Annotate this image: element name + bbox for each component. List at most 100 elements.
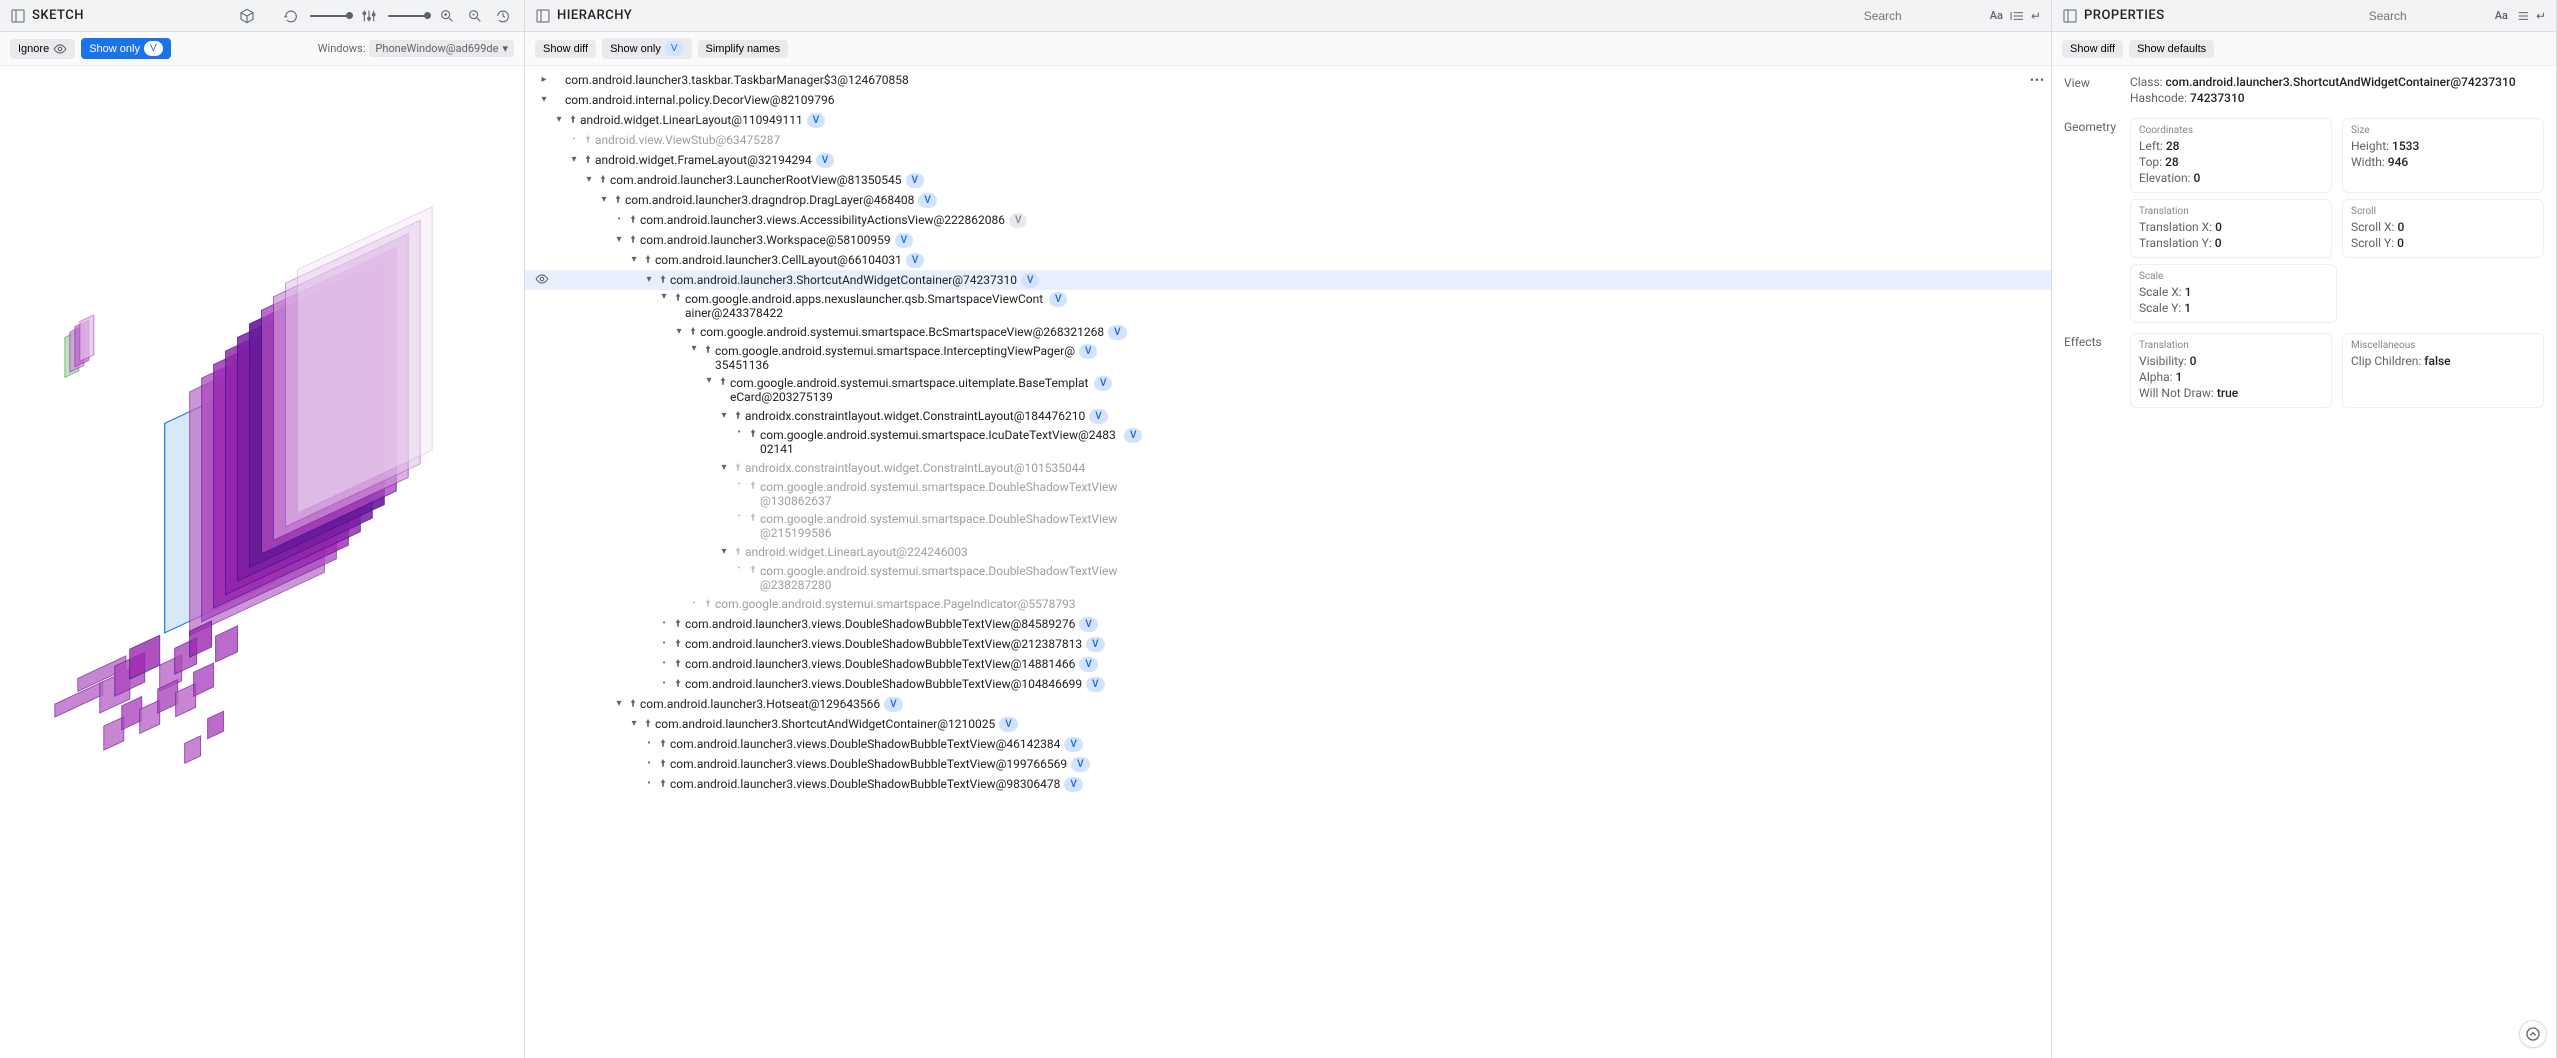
tree-row[interactable]: ▾ com.android.internal.policy.DecorView@… — [525, 90, 2051, 110]
tree-row[interactable]: ▾com.android.launcher3.Hotseat@129643566… — [525, 694, 2051, 714]
history-icon[interactable] — [492, 5, 514, 27]
tree-row[interactable]: ▾android.widget.LinearLayout@224246003 — [525, 542, 2051, 562]
hierarchy-tree[interactable]: ▸ com.android.launcher3.taskbar.TaskbarM… — [525, 66, 2051, 1058]
tree-row[interactable]: ▾com.google.android.systemui.smartspace.… — [525, 322, 2051, 342]
geometry-label: Geometry — [2064, 118, 2120, 323]
properties-search-input[interactable] — [2369, 9, 2489, 23]
tree-row[interactable]: •com.google.android.systemui.smartspace.… — [525, 562, 2051, 594]
toggle-icon[interactable]: ▾ — [567, 155, 581, 165]
toggle-icon[interactable]: ▾ — [672, 327, 686, 337]
pin-icon — [731, 546, 745, 559]
tree-row[interactable]: ▾android.widget.LinearLayout@110949111V — [525, 110, 2051, 130]
toggle-icon[interactable]: ▾ — [717, 547, 731, 557]
wrap-icon[interactable]: ↵ — [2031, 9, 2041, 23]
toggle-icon[interactable]: ▸ — [537, 75, 551, 85]
rotate-icon[interactable] — [280, 5, 302, 27]
tree-row[interactable]: •com.android.launcher3.views.DoubleShado… — [525, 754, 2051, 774]
toggle-icon[interactable]: ▾ — [627, 719, 641, 729]
toggle-icon[interactable]: ▾ — [612, 699, 626, 709]
bullet-icon: • — [612, 215, 626, 225]
spacing-slider[interactable] — [310, 15, 350, 17]
window-select[interactable]: Windows: PhoneWindow@ad699de ▾ — [318, 40, 514, 57]
toggle-icon[interactable]: ▾ — [702, 376, 716, 386]
tree-row[interactable]: ▾com.google.android.systemui.smartspace.… — [525, 374, 2051, 406]
show-only-button[interactable]: Show only V — [81, 38, 170, 59]
tree-row[interactable]: •com.android.launcher3.views.Accessibili… — [525, 210, 2051, 230]
hierarchy-toolbar: Show diff Show only V Simplify names — [525, 32, 2051, 66]
toggle-icon[interactable]: ▾ — [642, 275, 656, 285]
tree-row[interactable]: •com.android.launcher3.views.DoubleShado… — [525, 614, 2051, 634]
tree-row[interactable]: ▾com.android.launcher3.ShortcutAndWidget… — [525, 714, 2051, 734]
pin-icon — [671, 638, 685, 651]
toggle-icon[interactable]: ▾ — [582, 175, 596, 185]
tree-row[interactable]: •com.android.launcher3.views.DoubleShado… — [525, 654, 2051, 674]
toggle-icon[interactable]: ▾ — [597, 195, 611, 205]
wrap-icon[interactable]: ↵ — [2536, 9, 2546, 23]
tree-row[interactable]: •android.view.ViewStub@63475287 — [525, 130, 2051, 150]
bullet-icon: • — [567, 135, 581, 145]
tree-row[interactable]: •com.google.android.systemui.smartspace.… — [525, 426, 2051, 458]
tree-row[interactable]: •com.android.launcher3.views.DoubleShado… — [525, 774, 2051, 794]
overflow-icon[interactable]: ••• — [2030, 73, 2045, 87]
show-defaults-button[interactable]: Show defaults — [2129, 40, 2214, 58]
v-badge: V — [999, 717, 1017, 732]
tree-row[interactable]: ▾android.widget.FrameLayout@32194294V — [525, 150, 2051, 170]
show-only-hierarchy-button[interactable]: Show only V — [602, 38, 691, 59]
ignore-button[interactable]: Ignore — [10, 39, 75, 59]
toggle-icon[interactable]: ▾ — [717, 411, 731, 421]
toggle-icon[interactable]: ▾ — [612, 235, 626, 245]
tree-row[interactable]: •com.android.launcher3.views.DoubleShado… — [525, 674, 2051, 694]
v-badge: V — [1079, 344, 1097, 359]
expand-fab[interactable] — [2519, 1020, 2547, 1048]
tree-row[interactable]: •com.google.android.systemui.smartspace.… — [525, 510, 2051, 542]
effects-label: Effects — [2064, 333, 2120, 408]
tree-row[interactable]: ▾com.android.launcher3.ShortcutAndWidget… — [525, 270, 2051, 290]
pin-icon — [746, 480, 760, 493]
tree-node-label: com.google.android.systemui.smartspace.I… — [715, 344, 1075, 372]
toggle-icon[interactable]: ▾ — [687, 344, 701, 354]
line-spacing-icon[interactable] — [2009, 8, 2025, 24]
pin-icon — [731, 410, 745, 423]
tree-row[interactable]: ▾com.android.launcher3.LauncherRootView@… — [525, 170, 2051, 190]
toggle-icon[interactable]: ▾ — [657, 292, 671, 302]
bullet-icon: • — [642, 739, 656, 749]
hierarchy-search-input[interactable] — [1864, 9, 1984, 23]
match-case-icon[interactable]: Aa — [1990, 9, 2003, 22]
tree-row[interactable]: •com.google.android.systemui.smartspace.… — [525, 478, 2051, 510]
tree-row[interactable]: ▸ com.android.launcher3.taskbar.TaskbarM… — [525, 70, 2051, 90]
show-diff-props-button[interactable]: Show diff — [2062, 40, 2123, 58]
zoom-slider[interactable] — [388, 15, 428, 17]
line-spacing-icon[interactable] — [2514, 8, 2530, 24]
tree-row[interactable]: ▾com.android.launcher3.dragndrop.DragLay… — [525, 190, 2051, 210]
pin-icon — [581, 154, 595, 167]
show-diff-button[interactable]: Show diff — [535, 40, 596, 58]
sliders-icon[interactable] — [358, 5, 380, 27]
sketch-canvas[interactable] — [0, 66, 524, 1058]
tree-row[interactable]: ▾androidx.constraintlayout.widget.Constr… — [525, 458, 2051, 478]
pin-icon — [641, 718, 655, 731]
toggle-icon[interactable]: ▾ — [717, 463, 731, 473]
zoom-in-icon[interactable] — [436, 5, 458, 27]
tree-row[interactable]: •com.android.launcher3.views.DoubleShado… — [525, 634, 2051, 654]
panel-columns-icon — [535, 8, 551, 24]
simplify-names-button[interactable]: Simplify names — [698, 40, 789, 58]
tree-node-label: com.google.android.systemui.smartspace.I… — [760, 428, 1120, 456]
tree-row[interactable]: ▾ com.google.android.systemui.smartspace.… — [525, 342, 2051, 374]
tree-row[interactable]: •com.google.android.systemui.smartspace.… — [525, 594, 2051, 614]
hierarchy-title-wrap: HIERARCHY — [535, 8, 632, 24]
tree-row[interactable]: ▾com.google.android.apps.nexuslauncher.q… — [525, 290, 2051, 322]
match-case-icon[interactable]: Aa — [2495, 9, 2508, 22]
tree-row[interactable]: ▾com.android.launcher3.Workspace@5810095… — [525, 230, 2051, 250]
pin-icon — [656, 274, 670, 287]
toggle-icon[interactable]: ▾ — [552, 115, 566, 125]
toggle-icon[interactable]: ▾ — [627, 255, 641, 265]
zoom-out-icon[interactable] — [464, 5, 486, 27]
tree-row[interactable]: ▾com.android.launcher3.CellLayout@661040… — [525, 250, 2051, 270]
tree-node-label: com.android.launcher3.views.DoubleShadow… — [685, 657, 1075, 671]
v-badge: V — [1094, 376, 1112, 391]
toggle-icon[interactable]: ▾ — [537, 95, 551, 105]
tree-row[interactable]: ▾androidx.constraintlayout.widget.Constr… — [525, 406, 2051, 426]
cube-icon[interactable] — [236, 5, 258, 27]
tree-row[interactable]: •com.android.launcher3.views.DoubleShado… — [525, 734, 2051, 754]
v-badge: V — [1064, 777, 1082, 792]
